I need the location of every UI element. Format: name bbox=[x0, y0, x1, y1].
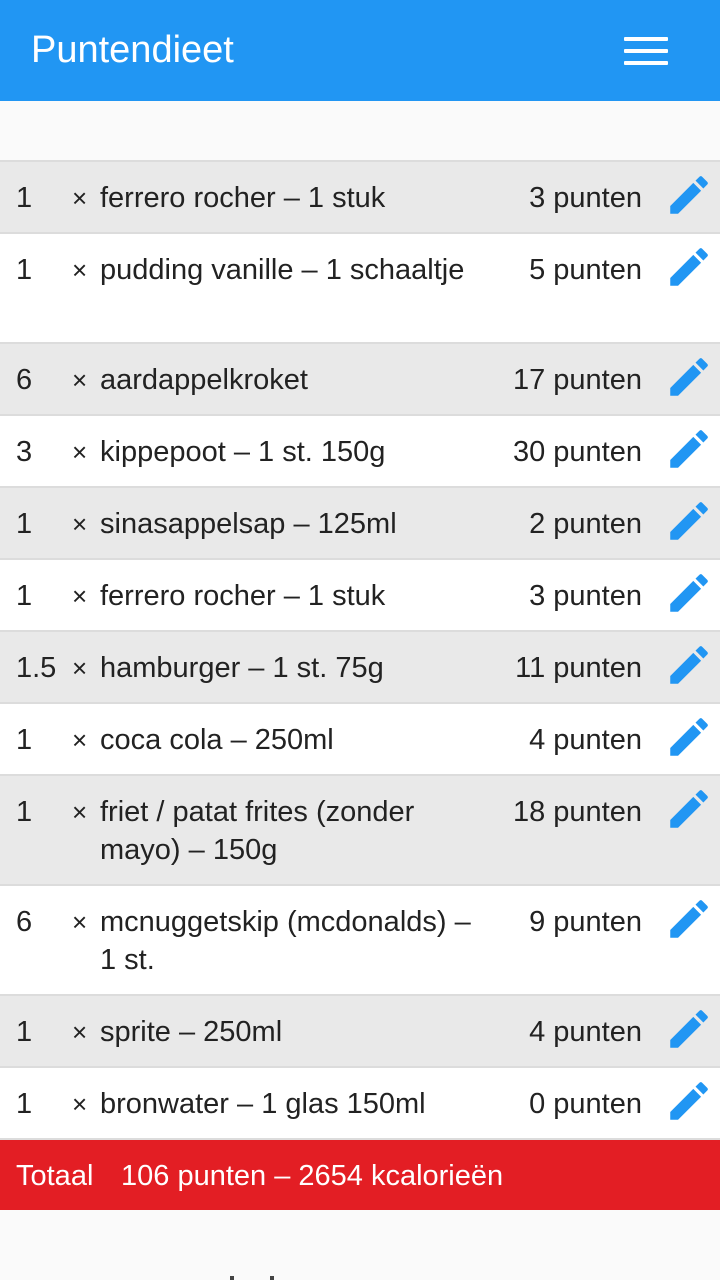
edit-pencil-icon[interactable] bbox=[664, 352, 714, 402]
food-entry-list: 1 × ferrero rocher – 1 stuk 3 punten 1 × puddi… bbox=[0, 160, 720, 1140]
multiply-sign: × bbox=[72, 581, 88, 611]
entry-food-name: aardappelkroket bbox=[100, 364, 308, 396]
entry-points: 2 punten bbox=[529, 508, 642, 540]
entry-food-name: pudding vanille – 1 schaaltje bbox=[100, 254, 465, 286]
edit-pencil-icon[interactable] bbox=[664, 894, 714, 944]
multiply-sign: × bbox=[72, 1089, 88, 1119]
entry-food-name: coca cola – 250ml bbox=[100, 724, 334, 756]
edit-pencil-icon[interactable] bbox=[664, 496, 714, 546]
edit-pencil-icon[interactable] bbox=[664, 784, 714, 834]
edit-pencil-icon[interactable] bbox=[664, 170, 714, 220]
entry-quantity: 3 bbox=[16, 436, 33, 468]
list-item[interactable]: 1 × bronwater – 1 glas 150ml 0 punten bbox=[0, 1068, 720, 1140]
entry-points: 4 punten bbox=[529, 724, 642, 756]
multiply-sign: × bbox=[72, 437, 88, 467]
entry-quantity: 1 bbox=[16, 580, 33, 612]
multiply-sign: × bbox=[72, 725, 88, 755]
entry-quantity: 1 bbox=[16, 796, 33, 828]
entry-food-name: friet / patat frites (zonder mayo) – 150… bbox=[100, 796, 415, 866]
scrolled-content-edge-bottom bbox=[230, 1276, 310, 1280]
list-item[interactable]: 1 × friet / patat frites (zonder mayo) – 1… bbox=[0, 776, 720, 886]
total-value: 106 punten – 2654 kcalorieën bbox=[121, 1160, 504, 1192]
list-item[interactable]: 1 × ferrero rocher – 1 stuk 3 punten bbox=[0, 162, 720, 234]
entry-quantity: 6 bbox=[16, 364, 33, 396]
multiply-sign: × bbox=[72, 365, 88, 395]
app-bar: Puntendieet bbox=[0, 0, 720, 101]
list-item[interactable]: 1 × pudding vanille – 1 schaaltje 5 punten bbox=[0, 234, 720, 344]
total-label: Totaal bbox=[16, 1160, 94, 1192]
multiply-sign: × bbox=[72, 653, 88, 683]
edit-pencil-icon[interactable] bbox=[664, 712, 714, 762]
entry-points: 18 punten bbox=[512, 796, 642, 828]
app-title: Puntendieet bbox=[31, 29, 234, 71]
entry-quantity: 1 bbox=[16, 1088, 33, 1120]
entry-food-name: hamburger – 1 st. 75g bbox=[100, 652, 384, 684]
entry-points: 3 punten bbox=[529, 182, 642, 214]
hamburger-menu-icon[interactable] bbox=[614, 27, 678, 75]
multiply-sign: × bbox=[72, 255, 88, 285]
edit-pencil-icon[interactable] bbox=[664, 640, 714, 690]
entry-points: 30 punten bbox=[512, 436, 642, 468]
edit-pencil-icon[interactable] bbox=[664, 242, 714, 292]
entry-quantity: 1.5 bbox=[16, 652, 57, 684]
multiply-sign: × bbox=[72, 1017, 88, 1047]
entry-food-name: ferrero rocher – 1 stuk bbox=[100, 580, 386, 612]
entry-quantity: 1 bbox=[16, 182, 33, 214]
entry-points: 17 punten bbox=[512, 364, 642, 396]
edit-pencil-icon[interactable] bbox=[664, 1076, 714, 1126]
entry-food-name: ferrero rocher – 1 stuk bbox=[100, 182, 386, 214]
entry-quantity: 6 bbox=[16, 906, 33, 938]
total-bar: Totaal 106 punten – 2654 kcalorieën bbox=[0, 1140, 720, 1210]
entry-quantity: 1 bbox=[16, 1016, 33, 1048]
list-item[interactable]: 3 × kippepoot – 1 st. 150g 30 punten bbox=[0, 416, 720, 488]
entry-quantity: 1 bbox=[16, 508, 33, 540]
list-item[interactable]: 1 × ferrero rocher – 1 stuk 3 punten bbox=[0, 560, 720, 632]
list-item[interactable]: 1 × sinasappelsap – 125ml 2 punten bbox=[0, 488, 720, 560]
entry-points: 5 punten bbox=[529, 254, 642, 286]
entry-points: 11 punten bbox=[515, 652, 642, 684]
edit-pencil-icon[interactable] bbox=[664, 568, 714, 618]
multiply-sign: × bbox=[72, 797, 88, 827]
entry-points: 0 punten bbox=[529, 1088, 642, 1120]
multiply-sign: × bbox=[72, 183, 88, 213]
entry-points: 4 punten bbox=[529, 1016, 642, 1048]
entry-food-name: bronwater – 1 glas 150ml bbox=[100, 1088, 426, 1120]
list-item[interactable]: 1.5 × hamburger – 1 st. 75g 11 punten bbox=[0, 632, 720, 704]
scrolled-content-edge bbox=[0, 101, 720, 160]
entry-quantity: 1 bbox=[16, 724, 33, 756]
list-item[interactable]: 6 × mcnuggetskip (mcdonalds) – 1 st. 9 punt… bbox=[0, 886, 720, 996]
entry-food-name: sprite – 250ml bbox=[100, 1016, 283, 1048]
edit-pencil-icon[interactable] bbox=[664, 424, 714, 474]
entry-points: 3 punten bbox=[529, 580, 642, 612]
multiply-sign: × bbox=[72, 509, 88, 539]
multiply-sign: × bbox=[72, 907, 88, 937]
list-item[interactable]: 1 × sprite – 250ml 4 punten bbox=[0, 996, 720, 1068]
list-item[interactable]: 6 × aardappelkroket 17 punten bbox=[0, 344, 720, 416]
entry-food-name: sinasappelsap – 125ml bbox=[100, 508, 397, 540]
entry-quantity: 1 bbox=[16, 254, 33, 286]
edit-pencil-icon[interactable] bbox=[664, 1004, 714, 1054]
list-item[interactable]: 1 × coca cola – 250ml 4 punten bbox=[0, 704, 720, 776]
entry-food-name: kippepoot – 1 st. 150g bbox=[100, 436, 386, 468]
entry-food-name: mcnuggetskip (mcdonalds) – 1 st. bbox=[100, 906, 471, 976]
entry-points: 9 punten bbox=[529, 906, 642, 938]
